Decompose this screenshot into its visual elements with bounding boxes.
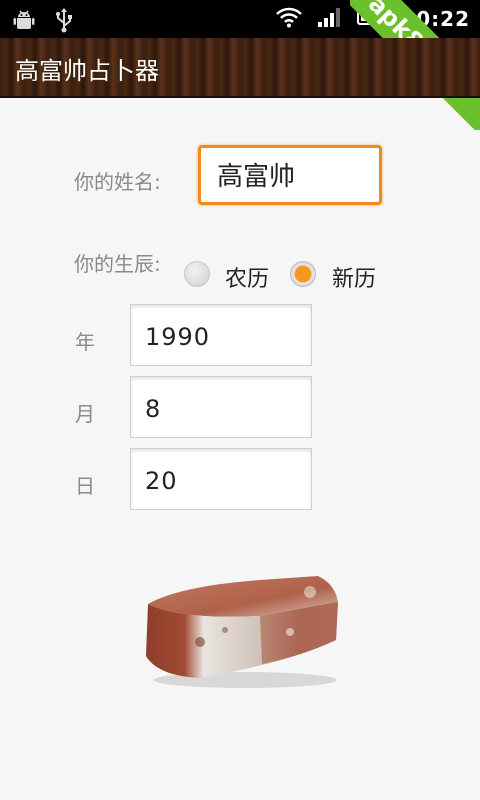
wifi-icon	[275, 6, 303, 32]
name-input[interactable]	[215, 158, 379, 190]
radio-lunar-label[interactable]: 农历	[225, 261, 269, 293]
clock: 10:22	[401, 7, 470, 31]
month-label: 月	[75, 402, 95, 426]
usb-icon	[54, 7, 74, 37]
year-label: 年	[75, 330, 95, 354]
day-field[interactable]	[130, 448, 312, 510]
app-title: 高富帅占卜器	[15, 57, 159, 85]
radio-solar[interactable]	[290, 261, 316, 287]
birth-label: 你的生辰:	[74, 252, 161, 276]
brick-button[interactable]	[140, 572, 345, 692]
status-bar: 10:22	[0, 0, 480, 38]
year-field[interactable]	[130, 304, 312, 366]
name-field[interactable]	[198, 145, 382, 205]
month-field[interactable]	[130, 376, 312, 438]
month-input[interactable]	[143, 394, 297, 424]
day-label: 日	[75, 474, 95, 498]
android-debug-icon	[12, 8, 36, 36]
year-input[interactable]	[143, 322, 297, 352]
radio-lunar[interactable]	[184, 261, 210, 287]
radio-solar-label[interactable]: 新历	[332, 261, 376, 293]
day-input[interactable]	[143, 466, 297, 496]
brick-icon	[146, 576, 338, 688]
battery-icon	[357, 8, 387, 30]
title-bar: 高富帅占卜器	[0, 38, 480, 98]
name-label: 你的姓名:	[74, 170, 161, 194]
signal-icon	[317, 6, 343, 32]
